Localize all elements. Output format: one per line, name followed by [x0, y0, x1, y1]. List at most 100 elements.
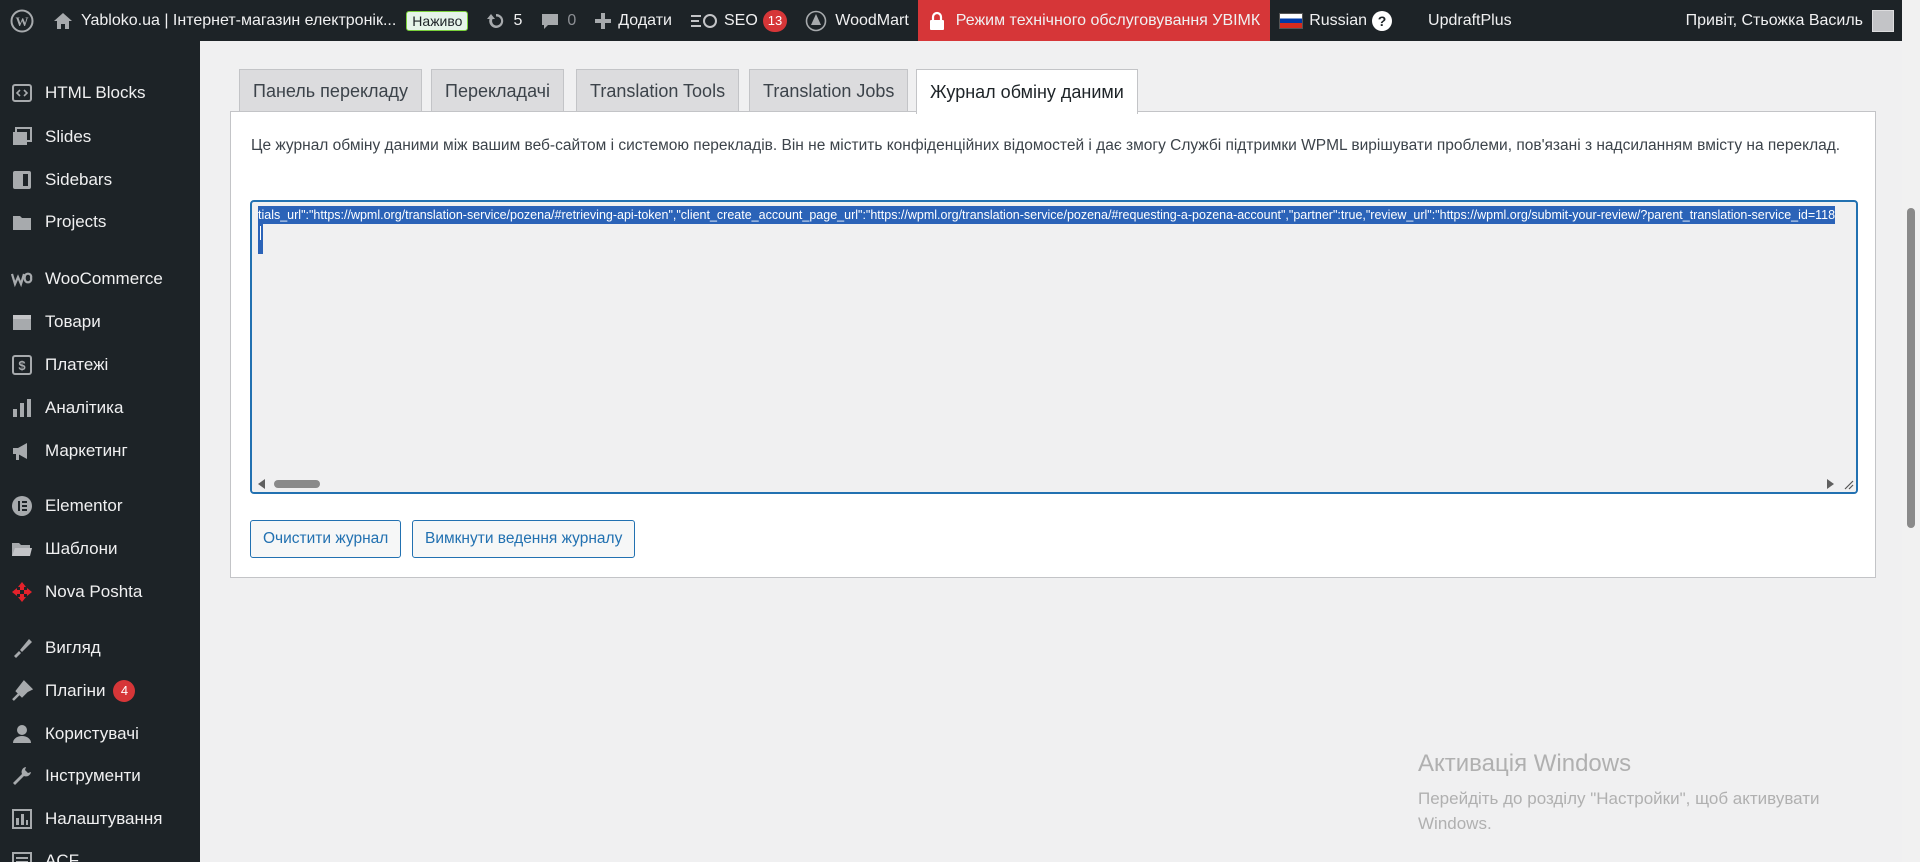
tab-translators[interactable]: Перекладачі — [431, 69, 565, 112]
tab-translation-dashboard[interactable]: Панель перекладу — [239, 69, 423, 112]
page-scrollbar-thumb[interactable] — [1907, 208, 1915, 528]
avatar — [1872, 9, 1894, 32]
sidebar-item-label: ACF — [45, 851, 79, 862]
page-scrollbar[interactable] — [1902, 0, 1920, 862]
templates-icon — [11, 538, 33, 560]
sidebar-item-label: Вигляд — [45, 638, 101, 657]
sidebar-item-label: Nova Poshta — [45, 582, 143, 601]
updates-count: 5 — [513, 11, 523, 29]
seo-menu[interactable]: SEO 13 — [681, 0, 796, 41]
sidebar-item-nova-poshta[interactable]: Nova Poshta — [0, 574, 200, 610]
sidebar-item-elementor[interactable]: Elementor — [0, 488, 200, 524]
scroll-right-icon[interactable] — [1827, 479, 1834, 489]
sidebar-item-аналітика[interactable]: Аналітика — [0, 390, 200, 426]
svg-text:$: $ — [18, 358, 26, 373]
resize-handle-icon[interactable] — [1842, 478, 1854, 490]
log-textarea[interactable]: tials_url":"https://wpml.org/translation… — [250, 200, 1858, 494]
sidebar-item-вигляд[interactable]: Вигляд — [0, 630, 200, 666]
sidebar-item-товари[interactable]: Товари — [0, 304, 200, 340]
svg-text:W: W — [16, 14, 29, 29]
sidebar-item-label: HTML Blocks — [45, 83, 146, 102]
tab-translation-tools[interactable]: Translation Tools — [576, 69, 740, 112]
sidebar-item-label: Інструменти — [45, 766, 141, 785]
sidebar-item-label: Платежі — [45, 355, 109, 374]
tools-icon — [11, 765, 33, 787]
horizontal-scrollbar[interactable] — [252, 475, 1856, 492]
tab-label: Панель перекладу — [253, 80, 409, 101]
sidebar-item-налаштування[interactable]: Налаштування — [0, 801, 200, 837]
help-icon[interactable]: ? — [1372, 10, 1393, 31]
scrollbar-thumb[interactable] — [274, 480, 320, 488]
tab-translation-jobs[interactable]: Translation Jobs — [749, 69, 909, 112]
wordpress-logo-icon[interactable]: W — [0, 0, 44, 41]
marketing-icon — [11, 440, 33, 462]
watermark-subtitle: Перейдіть до розділу "Настройки", щоб ак… — [1418, 789, 1820, 833]
sidebar-item-woocommerce[interactable]: WooCommerce — [0, 261, 200, 297]
sidebar-item-label: Projects — [45, 212, 107, 231]
sidebar-item-sidebars[interactable]: Sidebars — [0, 162, 200, 198]
payments-icon: $ — [11, 354, 33, 376]
tab-communication-log[interactable]: Журнал обміну даними — [916, 69, 1138, 114]
sidebar-item-label: Користувачі — [45, 724, 139, 743]
users-icon — [11, 723, 33, 745]
elementor-icon — [11, 495, 33, 517]
maintenance-label: Режим технічного обслуговування УВІМК — [955, 11, 1261, 29]
clear-log-button[interactable]: Очистити журнал — [250, 520, 402, 558]
sidebar-item-label: Slides — [45, 127, 92, 146]
log-description: Це журнал обміну даними між вашим веб-са… — [251, 137, 1841, 154]
appearance-icon — [11, 637, 33, 659]
sidebar-item-маркетинг[interactable]: Маркетинг — [0, 433, 200, 469]
sidebar-item-projects[interactable]: Projects — [0, 204, 200, 240]
sidebars-icon — [11, 169, 33, 191]
admin-sidebar: HTML Blocks Slides Sidebars Projects WooComm… — [0, 41, 200, 862]
add-new-label: Додати — [618, 11, 672, 29]
comment-icon — [542, 13, 559, 29]
communication-log-panel: Це журнал обміну даними між вашим веб-са… — [230, 111, 1876, 578]
sidebar-item-платежі[interactable]: $ Платежі — [0, 347, 200, 383]
updraftplus-menu[interactable]: UpdraftPlus — [1419, 0, 1521, 41]
sidebar-item-інструменти[interactable]: Інструменти — [0, 758, 200, 794]
slides-icon — [11, 126, 33, 148]
admin-bar: W Yabloko.ua | Інтернет-магазин електрон… — [0, 0, 1902, 41]
sidebar-item-label: Аналітика — [45, 398, 124, 417]
seo-label: SEO — [723, 11, 758, 29]
refresh-icon — [487, 13, 504, 28]
woocommerce-icon — [11, 268, 33, 290]
home-icon — [54, 12, 72, 29]
maintenance-mode-indicator[interactable]: Режим технічного обслуговування УВІМК — [917, 0, 1271, 41]
updraftplus-label: UpdraftPlus — [1428, 11, 1512, 29]
site-title: Yabloko.ua | Інтернет-магазин електронік… — [81, 11, 397, 29]
sidebar-item-html-blocks[interactable]: HTML Blocks — [0, 75, 200, 111]
updates-link[interactable]: 5 — [477, 0, 531, 41]
language-switcher[interactable]: Russian ? — [1270, 0, 1401, 41]
disable-logging-button[interactable]: Вимкнути ведення журналу — [412, 520, 636, 558]
live-badge: Наживо — [406, 10, 469, 31]
sidebar-item-плагіни[interactable]: Плагіни 4 — [0, 673, 200, 709]
sidebar-item-label: WooCommerce — [45, 269, 163, 288]
log-content: tials_url":"https://wpml.org/translation… — [258, 206, 1836, 224]
sidebar-item-slides[interactable]: Slides — [0, 119, 200, 155]
sidebar-item-користувачі[interactable]: Користувачі — [0, 716, 200, 752]
products-icon — [11, 311, 33, 333]
sidebar-item-label: Шаблони — [45, 539, 118, 558]
comments-link[interactable]: 0 — [531, 0, 585, 41]
tab-label: Translation Jobs — [763, 80, 895, 101]
site-name-link[interactable]: Yabloko.ua | Інтернет-магазин електронік… — [44, 0, 477, 41]
sidebar-item-acf[interactable]: ACF — [0, 843, 200, 862]
add-new-link[interactable]: Додати — [585, 0, 681, 41]
seo-icon — [690, 13, 717, 28]
plugins-update-badge: 4 — [113, 680, 136, 702]
scroll-left-icon[interactable] — [258, 479, 265, 489]
sidebar-item-label: Плагіни — [45, 681, 106, 700]
settings-icon — [11, 808, 33, 830]
windows-activation-watermark: Активація Windows Перейдіть до розділу "… — [1418, 750, 1868, 836]
woodmart-menu[interactable]: WoodMart — [796, 0, 918, 41]
sidebar-item-шаблони[interactable]: Шаблони — [0, 531, 200, 567]
woodmart-icon — [805, 10, 827, 31]
plus-icon — [595, 12, 612, 29]
user-account-menu[interactable]: Привіт, Стьожка Василь — [1677, 0, 1902, 41]
tab-label: Журнал обміну даними — [930, 81, 1124, 102]
sidebar-item-label: Налаштування — [45, 809, 163, 828]
nova-poshta-icon — [11, 581, 33, 603]
text-selection — [258, 224, 263, 254]
